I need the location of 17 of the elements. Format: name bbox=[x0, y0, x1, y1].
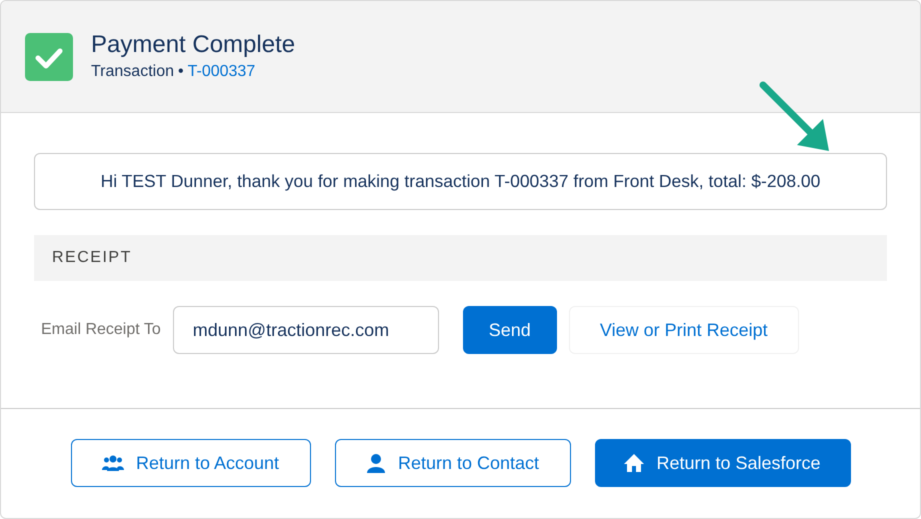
checkmark-icon bbox=[25, 32, 73, 80]
person-icon bbox=[366, 453, 386, 473]
field-label: Email Receipt To bbox=[41, 320, 161, 340]
view-receipt-button[interactable]: View or Print Receipt bbox=[568, 306, 799, 354]
home-icon bbox=[624, 453, 644, 473]
separator-dot: • bbox=[178, 62, 184, 82]
send-button[interactable]: Send bbox=[462, 306, 557, 354]
record-type: Transaction bbox=[91, 62, 174, 82]
section-heading: RECEIPT bbox=[52, 248, 132, 268]
email-field[interactable]: mdunn@tractionrec.com bbox=[172, 306, 439, 354]
confirmation-message: Hi TEST Dunner, thank you for making transaction T-000337 from Front Desk, total: $-208.00 bbox=[34, 153, 887, 210]
return-button[interactable]: Return to Salesforce bbox=[594, 439, 850, 487]
return-button[interactable]: Return to Account bbox=[70, 439, 310, 487]
page-title: Payment Complete bbox=[91, 30, 296, 60]
transaction-link[interactable]: T-000337 bbox=[188, 60, 256, 84]
return-button[interactable]: Return to Contact bbox=[334, 439, 570, 487]
people-icon bbox=[102, 454, 124, 472]
